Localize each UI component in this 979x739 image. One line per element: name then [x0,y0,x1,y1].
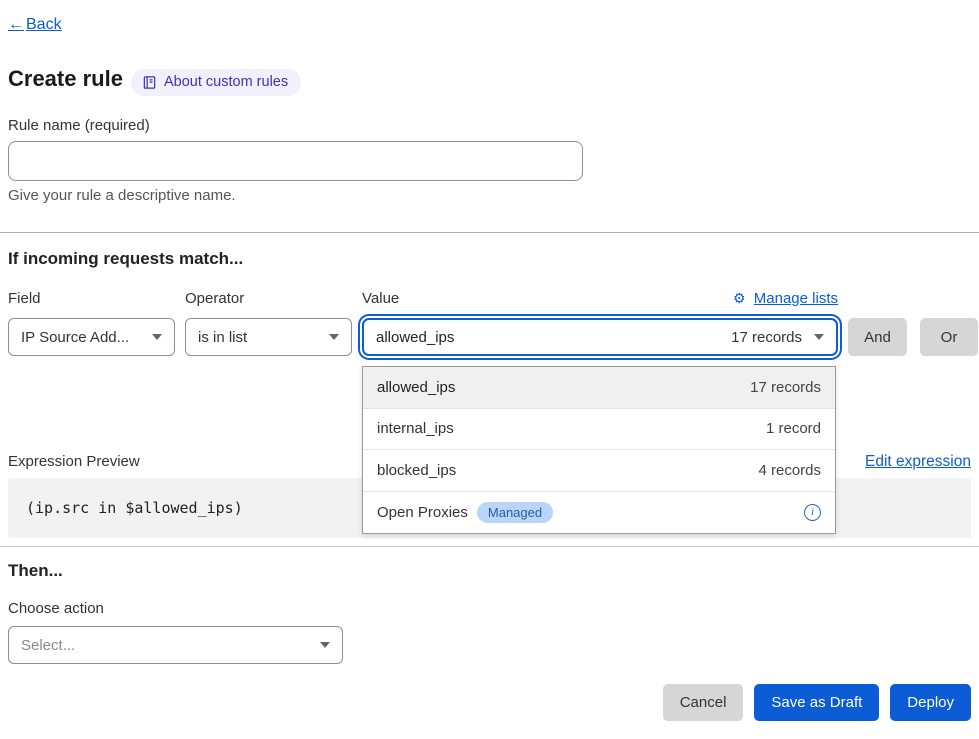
choose-action-label: Choose action [8,600,104,617]
then-section-heading: Then... [8,561,63,581]
expression-code: (ip.src in $allowed_ips) [26,499,243,517]
list-item-open-proxies[interactable]: Open Proxies Managed i [363,492,835,534]
action-select-placeholder: Select... [21,637,312,654]
chevron-down-icon [329,334,339,340]
field-select-value: IP Source Add... [21,329,144,346]
field-label: Field [8,290,41,307]
rule-name-helper-text: Give your rule a descriptive name. [8,187,236,204]
operator-select[interactable]: is in list [185,318,352,356]
create-rule-page: ←Back Create rule About custom rules Rul… [0,0,979,739]
value-combobox[interactable]: allowed_ips 17 records [362,318,838,356]
footer-actions: Cancel Save as Draft Deploy [663,684,971,721]
list-item-records: 1 record [766,420,821,437]
managed-badge: Managed [477,502,553,523]
back-link[interactable]: ←Back [8,16,62,34]
chevron-down-icon[interactable] [814,334,824,340]
chevron-down-icon [152,334,162,340]
list-item-records: 4 records [758,462,821,479]
list-item-name: internal_ips [377,420,766,437]
gear-icon: ⚙ [733,290,746,306]
manage-lists-container: ⚙ Manage lists [362,290,838,307]
list-item-blocked-ips[interactable]: blocked_ips 4 records [363,450,835,492]
action-select[interactable]: Select... [8,626,343,664]
or-button[interactable]: Or [920,318,978,356]
edit-expression-link[interactable]: Edit expression [865,453,971,471]
chevron-down-icon [320,642,330,648]
list-item-name: allowed_ips [377,379,750,396]
info-icon[interactable]: i [804,504,821,521]
cancel-button[interactable]: Cancel [663,684,744,721]
about-custom-rules-label: About custom rules [164,74,288,90]
save-as-draft-button[interactable]: Save as Draft [754,684,879,721]
match-section-heading: If incoming requests match... [8,249,243,269]
field-select[interactable]: IP Source Add... [8,318,175,356]
back-arrow-icon: ← [8,16,24,34]
section-divider [0,546,979,547]
and-button[interactable]: And [848,318,907,356]
rule-name-label: Rule name (required) [8,117,150,134]
operator-label: Operator [185,290,244,307]
page-title: Create rule [8,66,123,92]
list-item-records: 17 records [750,379,821,396]
deploy-button[interactable]: Deploy [890,684,971,721]
rule-name-input[interactable] [8,141,583,181]
value-combobox-text: allowed_ips [376,329,731,346]
list-dropdown-panel: allowed_ips 17 records internal_ips 1 re… [362,366,836,534]
list-item-name: Open Proxies [377,504,468,521]
operator-select-value: is in list [198,329,321,346]
book-icon [142,75,157,90]
back-label: Back [26,16,62,34]
value-combobox-records-count: 17 records [731,329,802,346]
manage-lists-link[interactable]: Manage lists [754,290,838,307]
expression-preview-label: Expression Preview [8,453,140,470]
list-item-allowed-ips[interactable]: allowed_ips 17 records [363,367,835,409]
section-divider [0,232,979,233]
about-custom-rules-badge[interactable]: About custom rules [131,69,301,96]
list-item-internal-ips[interactable]: internal_ips 1 record [363,409,835,451]
list-item-name: blocked_ips [377,462,758,479]
